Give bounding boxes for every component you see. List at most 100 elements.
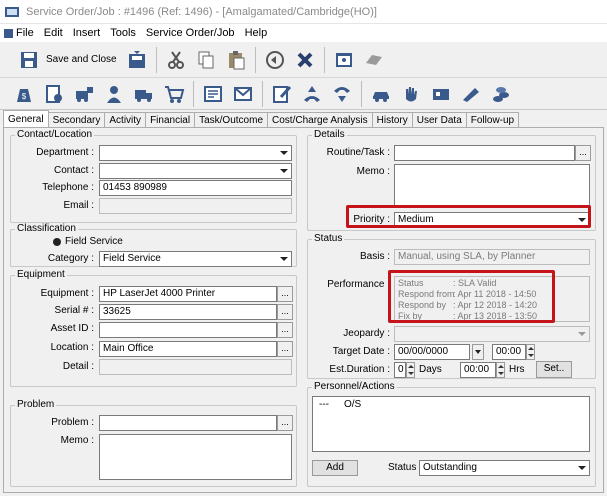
menu-file[interactable]: File xyxy=(0,24,40,42)
charge-button[interactable]: $ xyxy=(10,79,38,109)
jeopardy-combo[interactable] xyxy=(394,326,590,342)
toolbar-separator xyxy=(262,80,263,107)
email-input[interactable] xyxy=(99,198,292,214)
tab-general[interactable]: General xyxy=(3,110,49,128)
notes-button[interactable] xyxy=(268,79,296,109)
invoice-icon xyxy=(46,84,62,103)
field-service-radio[interactable] xyxy=(53,238,61,246)
cut-button[interactable] xyxy=(162,45,190,75)
menu-insert[interactable]: Insert xyxy=(69,24,107,42)
chevron-down-icon xyxy=(575,327,589,341)
svg-text:$: $ xyxy=(22,92,27,101)
routine-task-input[interactable] xyxy=(394,145,575,161)
days-label: Days xyxy=(419,364,442,375)
department-combo[interactable] xyxy=(99,145,292,161)
contact-label: Contact : xyxy=(53,165,94,176)
car-icon xyxy=(373,91,389,102)
email-button[interactable] xyxy=(229,79,257,109)
tab-secondary[interactable]: Secondary xyxy=(47,112,106,128)
equipment-input[interactable]: HP LaserJet 4000 Printer xyxy=(99,286,277,302)
save-button[interactable] xyxy=(123,45,151,75)
department-label: Department : xyxy=(36,147,94,158)
hrs-label: Hrs xyxy=(509,364,525,375)
copy-button[interactable] xyxy=(192,45,220,75)
dispatch-icon xyxy=(76,86,93,102)
problem-group: Problem Problem : ... Memo : xyxy=(10,399,297,487)
problem-legend: Problem xyxy=(15,399,57,410)
target-date-dropdown[interactable] xyxy=(472,344,484,360)
disabled-tool-button[interactable] xyxy=(360,45,388,75)
personnel-status-combo[interactable]: Outstanding xyxy=(419,460,590,476)
dispatch-button[interactable] xyxy=(70,79,98,109)
app-icon xyxy=(5,6,19,17)
tab-financial[interactable]: Financial xyxy=(145,112,196,128)
invoice-button[interactable] xyxy=(40,79,68,109)
paste-button[interactable] xyxy=(222,45,250,75)
copy-icon xyxy=(198,51,214,68)
toolbar-separator xyxy=(155,46,157,73)
report-button[interactable] xyxy=(199,79,227,109)
details-memo-textarea[interactable] xyxy=(394,164,590,206)
list-item[interactable]: --- O/S xyxy=(316,399,586,410)
problem-browse-button[interactable]: ... xyxy=(277,415,293,431)
contact-combo[interactable] xyxy=(99,163,292,179)
location-input[interactable]: Main Office xyxy=(99,341,277,357)
pencil-note-icon xyxy=(273,85,292,103)
duration-days-spinner[interactable] xyxy=(406,362,415,378)
duration-days-input[interactable]: 0 xyxy=(394,362,406,378)
engineer-button[interactable] xyxy=(100,79,128,109)
category-label: Category : xyxy=(47,253,94,264)
save-and-close-button[interactable]: Save and Close xyxy=(14,45,121,75)
personnel-actions-group: Personnel/Actions --- O/S Add Status : O… xyxy=(307,381,596,487)
delete-button[interactable] xyxy=(291,45,319,75)
tools-button[interactable] xyxy=(457,79,485,109)
equipment-browse-button[interactable]: ... xyxy=(277,286,293,302)
category-combo[interactable]: Field Service xyxy=(99,251,292,267)
tab-user-data[interactable]: User Data xyxy=(411,112,467,128)
menu-tools[interactable]: Tools xyxy=(106,24,142,42)
tab-history[interactable]: History xyxy=(371,112,413,128)
problem-input[interactable] xyxy=(99,415,277,431)
title-bar: Service Order/Job : #1496 (Ref: 1496) - … xyxy=(0,0,607,24)
tab-cost-charge-analysis[interactable]: Cost/Charge Analysis xyxy=(267,112,373,128)
person-icon xyxy=(107,85,121,103)
menu-help[interactable]: Help xyxy=(241,24,274,42)
duration-hours-input[interactable]: 00:00 xyxy=(460,362,496,378)
tab-strip: General Secondary Activity Financial Tas… xyxy=(0,110,607,128)
preview-button[interactable] xyxy=(330,45,358,75)
add-personnel-button[interactable]: Add xyxy=(312,460,358,476)
problem-memo-textarea[interactable] xyxy=(99,434,292,480)
vehicle-button[interactable] xyxy=(367,79,395,109)
menu-service-order-job[interactable]: Service Order/Job xyxy=(142,24,241,42)
routine-task-browse-button[interactable]: ... xyxy=(575,145,591,161)
tab-activity[interactable]: Activity xyxy=(104,112,147,128)
target-time-input[interactable]: 00:00 xyxy=(492,344,526,360)
phone-out-button[interactable] xyxy=(298,79,326,109)
target-time-spinner[interactable] xyxy=(526,344,535,360)
menu-edit[interactable]: Edit xyxy=(40,24,69,42)
chevron-down-icon xyxy=(575,461,589,475)
phone-in-button[interactable] xyxy=(328,79,356,109)
asset-id-browse-button[interactable]: ... xyxy=(277,322,293,338)
serial-input[interactable]: 33625 xyxy=(99,304,277,320)
delivery-button[interactable] xyxy=(130,79,158,109)
set-duration-button[interactable]: Set.. xyxy=(536,361,572,378)
target-date-input[interactable]: 00/00/0000 xyxy=(394,344,470,360)
basis-label: Basis : xyxy=(359,251,390,262)
asset-id-input[interactable] xyxy=(99,322,277,338)
tab-task-outcome[interactable]: Task/Outcome xyxy=(194,112,269,128)
purchase-button[interactable] xyxy=(160,79,188,109)
tab-follow-up[interactable]: Follow-up xyxy=(465,112,520,128)
coins-button[interactable] xyxy=(487,79,515,109)
duration-hours-spinner[interactable] xyxy=(496,362,505,378)
telephone-input[interactable]: 01453 890989 xyxy=(99,180,292,196)
approve-button[interactable] xyxy=(397,79,425,109)
parts-button[interactable] xyxy=(427,79,455,109)
location-browse-button[interactable]: ... xyxy=(277,341,293,357)
contact-location-group: Contact/Location Department : Contact : … xyxy=(10,129,297,223)
detail-input[interactable] xyxy=(99,359,292,375)
personnel-list[interactable]: --- O/S xyxy=(312,396,590,452)
phone-down-icon xyxy=(334,86,350,102)
undo-button[interactable] xyxy=(261,45,289,75)
serial-browse-button[interactable]: ... xyxy=(277,304,293,320)
